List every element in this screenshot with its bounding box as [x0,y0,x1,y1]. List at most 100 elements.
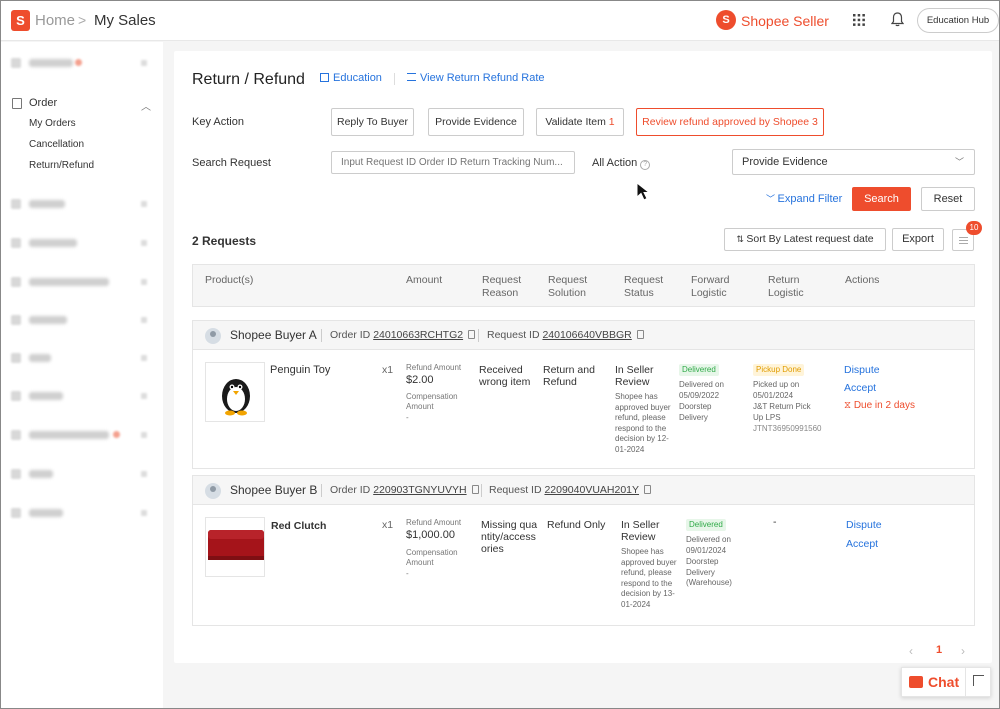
forward-delivery-method: Doorstep Delivery (Warehouse) [686,557,732,587]
product-name[interactable]: Red Clutch [271,520,326,532]
dispute-link[interactable]: Dispute [846,519,882,531]
column-header: Actions [845,274,880,286]
search-button[interactable]: Search [852,187,911,211]
return-tracking-number: JTNT36950991560 [753,424,822,433]
column-header: Amount [406,274,443,286]
chat-bubble-icon [909,676,923,688]
sidebar-item-blurred[interactable] [11,199,151,209]
sidebar-item-return-refund[interactable]: Return/Refund [29,160,94,171]
column-header: Return Logistic [768,274,804,299]
dispute-link[interactable]: Dispute [844,364,880,376]
sidebar-item-blurred[interactable] [11,277,151,287]
request-status: In Seller Review [621,519,660,543]
accept-link[interactable]: Accept [844,382,876,394]
action-select[interactable]: Provide Evidence ﹀ [732,149,975,175]
view-return-refund-rate-link[interactable]: View Return Refund Rate [407,72,545,84]
chevron-down-icon: ﹀ [954,157,964,167]
sidebar-item-blurred[interactable] [11,469,151,479]
chat-label[interactable]: Chat [928,674,959,690]
export-button[interactable]: Export [892,228,944,251]
search-request-label: Search Request [192,157,271,169]
copy-icon[interactable] [636,330,644,339]
seller-brand: Shopee Seller [741,13,829,29]
education-hub-button[interactable]: Education Hub [917,8,999,33]
forward-delivered-date: Delivered on 05/09/2022 [679,380,724,400]
request-reason: Received wrong item [479,364,531,388]
request-id-link[interactable]: 240106640VBBGR [542,329,631,341]
order-id-link[interactable]: 220903TGNYUVYH [373,484,466,496]
sort-button[interactable]: ⇅ Sort By Latest request date [724,228,886,251]
product-name[interactable]: Penguin Toy [270,364,330,376]
divider [394,73,395,85]
breadcrumb-home[interactable]: Home [35,12,75,29]
order-id: Order ID 24010663RCHTG2 [330,329,476,341]
buyer-avatar-icon [205,328,221,344]
copy-icon[interactable] [468,330,476,339]
compensation-amount: - [406,413,409,422]
column-header: Forward Logistic [691,274,730,299]
compensation-amount-label: Compensation Amount [406,392,458,411]
sidebar-item-blurred[interactable] [11,315,151,325]
pagination-page[interactable]: 1 [936,644,942,656]
reset-button[interactable]: Reset [921,187,975,211]
bell-icon[interactable] [891,12,904,27]
request-count: 2 Requests [192,234,257,248]
sidebar-item-blurred[interactable] [11,430,151,440]
minimize-icon[interactable] [973,675,984,686]
order-id: Order ID 220903TGNYUVYH [330,484,479,496]
chevron-up-icon[interactable]: ︿ [141,98,151,113]
due-notice: ⧖ Due in 2 days [844,400,915,411]
pagination-next[interactable]: › [961,644,965,658]
return-refund-panel: Return / Refund Education View Return Re… [174,51,992,663]
reply-to-buyer-button[interactable]: Reply To Buyer [331,108,414,136]
info-icon[interactable]: ? [640,160,651,170]
product-image[interactable] [205,362,265,422]
copy-icon[interactable] [471,485,479,494]
refund-amount: $2.00 [406,374,434,386]
sidebar-item-blurred[interactable] [11,508,151,518]
forward-delivered-date: Delivered on 09/01/2024 [686,535,731,555]
buyer-avatar-icon [205,483,221,499]
request-solution: Return and Refund [543,364,595,388]
column-header: Product(s) [205,274,254,286]
divider [478,329,479,342]
sidebar-item-my-orders[interactable]: My Orders [29,118,76,129]
order-id-link[interactable]: 24010663RCHTG2 [373,329,463,341]
provide-evidence-button[interactable]: Provide Evidence [428,108,524,136]
buyer-name[interactable]: Shopee Buyer A [230,328,317,342]
buyer-name[interactable]: Shopee Buyer B [230,483,317,497]
sidebar-item-blurred[interactable] [11,58,151,68]
pagination-prev[interactable]: ‹ [909,644,913,658]
hourglass-icon: ⧖ [844,400,854,411]
review-refund-approved-button[interactable]: Review refund approved by Shopee 3 [636,108,824,136]
search-input[interactable] [331,151,575,174]
divider [481,484,482,497]
top-bar: S Home > My Sales S Shopee Seller Educat… [1,1,999,41]
forward-status-badge: Delivered [686,518,726,531]
education-link[interactable]: Education [320,72,382,84]
expand-filter-link[interactable]: ﹀ Expand Filter [766,192,842,205]
shopee-seller-logo-icon: S [716,10,736,30]
education-link-label: Education [333,72,382,84]
sidebar-item-blurred[interactable] [11,238,151,248]
request-id-link[interactable]: 2209040VUAH201Y [544,484,639,496]
sidebar-item-blurred[interactable] [11,353,151,363]
chevron-down-icon: ﹀ [766,194,778,204]
mouse-cursor-icon [636,182,651,201]
validate-item-button[interactable]: Validate Item 1 [536,108,624,136]
order-icon [12,98,22,109]
sidebar-item-blurred[interactable] [11,391,151,401]
sidebar-item-order[interactable]: Order [29,97,57,109]
chat-widget[interactable]: Chat [901,667,991,697]
shopee-bag-icon[interactable]: S [11,10,30,31]
sidebar: Order ︿ My Orders Cancellation Return/Re… [1,42,163,708]
product-image[interactable] [205,517,265,577]
accept-link[interactable]: Accept [846,538,878,550]
copy-icon[interactable] [644,485,652,494]
request-status-description: Shopee has approved buyer refund, please… [615,392,671,454]
request-card: Shopee Buyer B Order ID 220903TGNYUVYH R… [192,475,975,626]
apps-grid-icon[interactable] [853,14,865,26]
product-quantity: x1 [382,519,394,531]
book-icon [320,73,329,82]
sidebar-item-cancellation[interactable]: Cancellation [29,139,84,150]
